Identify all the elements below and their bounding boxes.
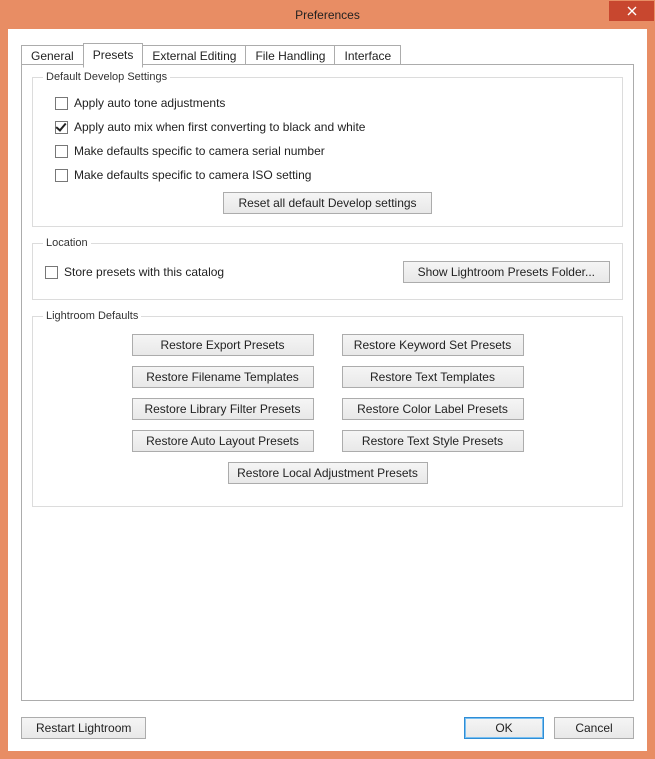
window-close-button[interactable] bbox=[609, 1, 654, 21]
group-lightroom-defaults: Lightroom Defaults Restore Export Preset… bbox=[32, 310, 623, 507]
restart-lightroom-button[interactable]: Restart Lightroom bbox=[21, 717, 146, 739]
group-location-legend: Location bbox=[43, 237, 91, 249]
tab-page-presets: Default Develop Settings Apply auto tone… bbox=[21, 64, 634, 701]
row-defaults-iso: Make defaults specific to camera ISO set… bbox=[55, 168, 612, 182]
group-location: Location Store presets with this catalog… bbox=[32, 237, 623, 300]
window-title: Preferences bbox=[295, 8, 360, 22]
cancel-button[interactable]: Cancel bbox=[554, 717, 634, 739]
label-apply-auto-tone: Apply auto tone adjustments bbox=[74, 96, 225, 110]
restore-local-adjustment-presets-button[interactable]: Restore Local Adjustment Presets bbox=[228, 462, 428, 484]
close-icon bbox=[627, 6, 637, 16]
restore-library-filter-presets-button[interactable]: Restore Library Filter Presets bbox=[132, 398, 314, 420]
row-apply-auto-tone: Apply auto tone adjustments bbox=[55, 96, 612, 110]
label-store-with-catalog: Store presets with this catalog bbox=[64, 265, 224, 279]
restore-color-label-presets-button[interactable]: Restore Color Label Presets bbox=[342, 398, 524, 420]
ok-button[interactable]: OK bbox=[464, 717, 544, 739]
restore-auto-layout-presets-button[interactable]: Restore Auto Layout Presets bbox=[132, 430, 314, 452]
label-defaults-serial: Make defaults specific to camera serial … bbox=[74, 144, 325, 158]
client-area: GeneralPresetsExternal EditingFile Handl… bbox=[8, 29, 647, 751]
dialog-footer: Restart Lightroom OK Cancel bbox=[21, 717, 634, 739]
checkbox-apply-auto-tone[interactable] bbox=[55, 97, 68, 110]
reset-develop-button[interactable]: Reset all default Develop settings bbox=[223, 192, 431, 214]
checkbox-defaults-serial[interactable] bbox=[55, 145, 68, 158]
label-defaults-iso: Make defaults specific to camera ISO set… bbox=[74, 168, 311, 182]
checkbox-defaults-iso[interactable] bbox=[55, 169, 68, 182]
restore-export-presets-button[interactable]: Restore Export Presets bbox=[132, 334, 314, 356]
restore-keyword-set-presets-button[interactable]: Restore Keyword Set Presets bbox=[342, 334, 524, 356]
tab-presets[interactable]: Presets bbox=[83, 43, 144, 68]
label-apply-auto-mix: Apply auto mix when first converting to … bbox=[74, 120, 365, 134]
group-default-develop-legend: Default Develop Settings bbox=[43, 71, 170, 83]
checkbox-apply-auto-mix[interactable] bbox=[55, 121, 68, 134]
restore-filename-templates-button[interactable]: Restore Filename Templates bbox=[132, 366, 314, 388]
group-default-develop: Default Develop Settings Apply auto tone… bbox=[32, 71, 623, 227]
restore-text-style-presets-button[interactable]: Restore Text Style Presets bbox=[342, 430, 524, 452]
preferences-window: Preferences GeneralPresetsExternal Editi… bbox=[0, 0, 655, 759]
checkbox-store-with-catalog[interactable] bbox=[45, 266, 58, 279]
tab-strip: GeneralPresetsExternal EditingFile Handl… bbox=[21, 43, 634, 65]
restore-text-templates-button[interactable]: Restore Text Templates bbox=[342, 366, 524, 388]
show-presets-folder-button[interactable]: Show Lightroom Presets Folder... bbox=[403, 261, 610, 283]
group-lightroom-defaults-legend: Lightroom Defaults bbox=[43, 310, 141, 322]
row-store-with-catalog: Store presets with this catalog bbox=[45, 265, 224, 279]
titlebar: Preferences bbox=[1, 1, 654, 29]
row-apply-auto-mix: Apply auto mix when first converting to … bbox=[55, 120, 612, 134]
row-defaults-serial: Make defaults specific to camera serial … bbox=[55, 144, 612, 158]
